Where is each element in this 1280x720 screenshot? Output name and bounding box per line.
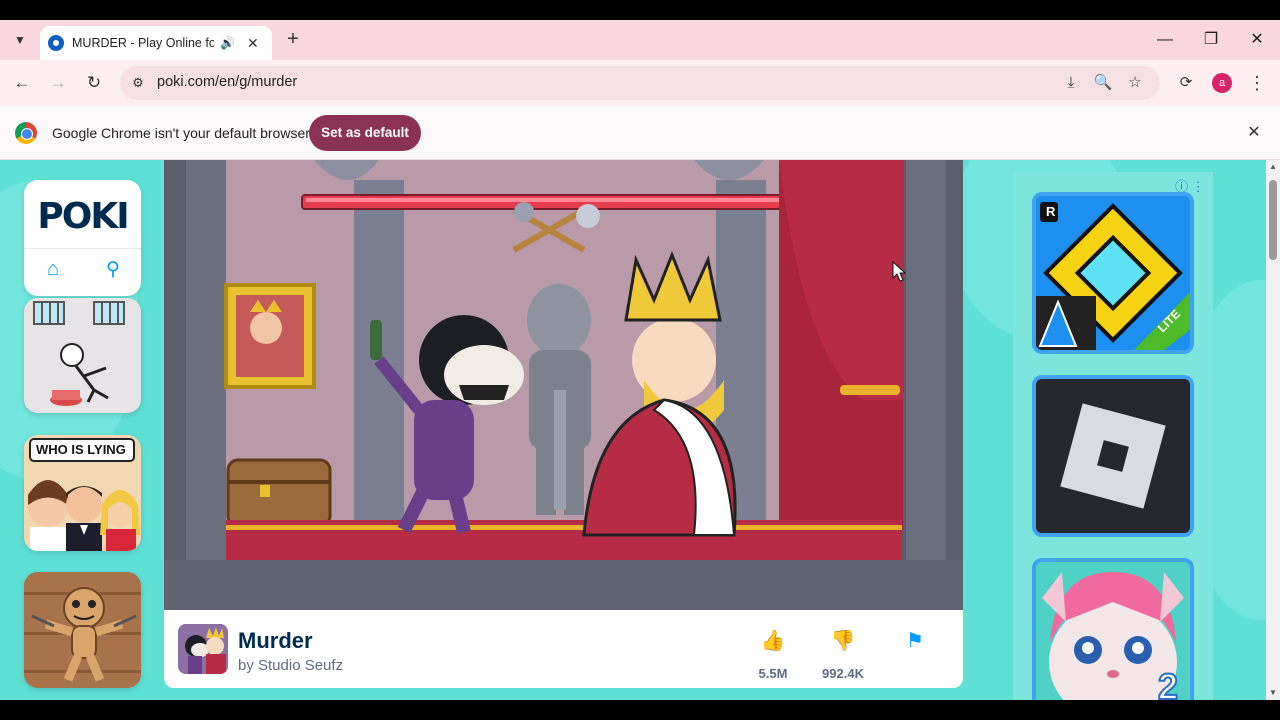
tab-close-icon[interactable]: ✕ (247, 35, 259, 52)
poki-logo[interactable]: POKI (24, 196, 141, 237)
poki-nav-card: POKI ⌂ ⚲ (24, 180, 141, 296)
who-is-lying-caption: WHO IS LYING (36, 442, 126, 457)
ad-tile-roblox[interactable] (1032, 375, 1194, 537)
forward-icon[interactable]: → (45, 70, 71, 96)
default-browser-infobar: Google Chrome isn't your default browser… (0, 106, 1280, 160)
report-flag-icon[interactable]: ⚑ (890, 628, 940, 653)
scroll-down-arrow-icon[interactable]: ▼ (1268, 688, 1278, 698)
toolbar: ← → ↻ ⚙ poki.com/en/g/murder ⤓ 🔍 ☆ ⟳ a ⋮ (0, 60, 1280, 106)
reload-icon[interactable]: ↻ (81, 70, 107, 96)
search-icon[interactable]: ⚲ (98, 258, 128, 286)
tab-strip: ▼ MURDER - Play Online for F 🔊 ✕ + — ❐ ✕ (0, 20, 1280, 60)
zoom-icon[interactable]: 🔍 (1092, 73, 1114, 93)
prison-escape-art (24, 298, 141, 413)
dislikes-count: 992.4K (822, 666, 864, 681)
site-info-icon[interactable]: ⚙ (128, 73, 148, 93)
window-close-icon[interactable]: ✕ (1244, 28, 1270, 52)
home-icon[interactable]: ⌂ (38, 258, 68, 286)
game-canvas[interactable] (164, 160, 963, 610)
ad-badge: R (1046, 204, 1056, 219)
thumbs-up-icon[interactable]: 👍 (748, 628, 798, 653)
murder-game-scene (164, 160, 963, 610)
poki-favicon-icon (48, 35, 64, 51)
game-icon[interactable] (178, 624, 228, 674)
ad-tile-talking-angela-2[interactable]: 2 (1032, 558, 1194, 700)
sequel-number: 2 (1157, 665, 1179, 700)
game-thumbnail-prison-escape[interactable] (24, 298, 141, 413)
extensions-icon[interactable]: ⟳ (1175, 72, 1197, 94)
profile-avatar[interactable]: a (1212, 73, 1232, 93)
minimize-icon[interactable]: — (1152, 28, 1178, 52)
thumbs-down-icon[interactable]: 👎 (818, 628, 868, 653)
game-thumbnail-who-is-lying[interactable]: WHO IS LYING (24, 435, 141, 551)
new-tab-button[interactable]: + (282, 28, 304, 52)
voodoo-doll-art (24, 572, 141, 688)
scroll-thumb[interactable] (1269, 180, 1277, 260)
ad-panel: ⓘ ⋮ R LITE 2 (1013, 172, 1213, 700)
url-text[interactable]: poki.com/en/g/murder (157, 74, 297, 90)
address-bar[interactable]: ⚙ poki.com/en/g/murder ⤓ 🔍 ☆ (120, 66, 1160, 100)
install-app-icon[interactable]: ⤓ (1060, 73, 1082, 93)
divider (24, 248, 141, 249)
ad-tile-geometry-dash-lite[interactable]: R LITE (1032, 192, 1194, 354)
roblox-logo-icon (1036, 379, 1190, 533)
bookmark-star-icon[interactable]: ☆ (1124, 73, 1146, 93)
poki-page: POKI ⌂ ⚲ WHO IS LYING Murder by Studio S… (0, 160, 1266, 700)
restore-icon[interactable]: ❐ (1198, 28, 1224, 52)
game-thumbnail-voodoo-doll[interactable] (24, 572, 141, 688)
scroll-up-arrow-icon[interactable]: ▲ (1268, 162, 1278, 172)
back-icon[interactable]: ← (9, 70, 35, 96)
likes-count: 5.5M (758, 666, 788, 681)
game-info-bar: Murder by Studio Seufz 👍 5.5M 👎 992.4K ⚑ (164, 610, 963, 688)
game-title: Murder (238, 628, 313, 653)
game-author[interactable]: by Studio Seufz (238, 657, 343, 674)
infobar-close-icon[interactable]: ✕ (1243, 122, 1265, 144)
chrome-menu-icon[interactable]: ⋮ (1246, 72, 1268, 94)
page-scrollbar[interactable]: ▲ ▼ (1266, 160, 1280, 700)
tab-title: MURDER - Play Online for F (72, 36, 214, 50)
set-default-button[interactable]: Set as default (309, 115, 421, 151)
browser-tab[interactable]: MURDER - Play Online for F 🔊 ✕ (40, 26, 272, 60)
screen: ▼ MURDER - Play Online for F 🔊 ✕ + — ❐ ✕… (0, 0, 1280, 720)
infobar-message: Google Chrome isn't your default browser (52, 125, 310, 141)
chrome-logo-icon (15, 122, 37, 144)
tab-search-chevron-icon[interactable]: ▼ (8, 28, 32, 52)
game-icon-art (178, 624, 228, 674)
speaker-icon[interactable]: 🔊 (220, 36, 235, 50)
